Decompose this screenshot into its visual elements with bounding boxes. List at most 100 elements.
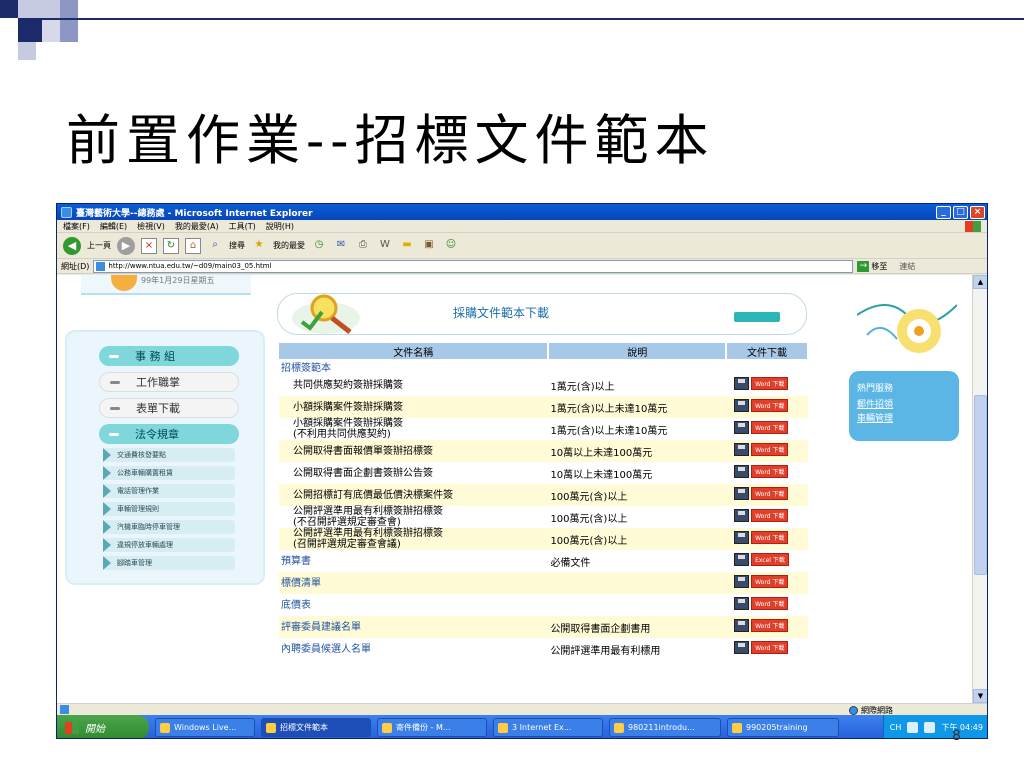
- favorites-star-icon[interactable]: ★: [251, 238, 267, 254]
- download-button[interactable]: Word 下載: [734, 531, 789, 544]
- back-button-label[interactable]: 上一頁: [87, 240, 111, 251]
- status-bar: 網際網路: [57, 703, 987, 715]
- floppy-disk-icon: [734, 399, 750, 412]
- mail-icon[interactable]: ✉: [333, 238, 349, 254]
- download-button[interactable]: Word 下載: [734, 509, 789, 522]
- messenger-icon[interactable]: ☺: [443, 238, 459, 254]
- taskbar-item[interactable]: Windows Live...: [155, 718, 255, 737]
- download-cell: Excel 下載: [726, 550, 808, 572]
- menu-favorites[interactable]: 我的最愛(A): [175, 221, 219, 232]
- download-button[interactable]: Word 下載: [734, 399, 789, 412]
- nav-item-forms[interactable]: 表單下載: [99, 398, 239, 418]
- scroll-down-icon[interactable]: ▼: [973, 689, 987, 703]
- tray-icon[interactable]: [924, 722, 936, 733]
- download-button[interactable]: Word 下載: [734, 421, 789, 434]
- document-description: 1萬元(含)以上未達10萬元: [550, 425, 668, 437]
- nav-sub-item[interactable]: 違規停放車輛處理: [103, 538, 235, 552]
- date-strip: 99年1月29日星期五: [81, 275, 251, 295]
- refresh-icon[interactable]: ↻: [163, 237, 179, 254]
- download-button[interactable]: Word 下載: [734, 641, 789, 654]
- nav-sub-item[interactable]: 汽機車臨時停車管理: [103, 520, 235, 534]
- download-label: Excel 下載: [751, 553, 789, 566]
- hot-link-vehicle-management[interactable]: 車輛管理: [857, 411, 893, 424]
- slide-top-rule: [40, 18, 1024, 20]
- document-name: 公開評選準用最有利標簽辦招標簽 (不召開評選規定審查會): [293, 506, 443, 528]
- edit-icon[interactable]: W: [377, 238, 393, 254]
- minimize-button[interactable]: _: [936, 205, 951, 219]
- download-label: Word 下載: [751, 641, 789, 654]
- nav-sub-item[interactable]: 電話管理作業: [103, 484, 235, 498]
- nav-sub-item[interactable]: 交通費核發要點: [103, 448, 235, 462]
- download-button[interactable]: Word 下載: [734, 597, 789, 610]
- start-button[interactable]: 開始: [57, 715, 149, 738]
- search-button-label[interactable]: 搜尋: [229, 240, 245, 251]
- stop-icon[interactable]: ×: [141, 237, 157, 254]
- address-input[interactable]: http://www.ntua.edu.tw/~d09/main03_05.ht…: [93, 259, 854, 273]
- download-label: Word 下載: [751, 619, 789, 632]
- slide-corner-decoration: [18, 42, 36, 60]
- table-row: 評審委員建議名單 公開取得書面企劃書用 Word 下載: [279, 616, 808, 638]
- nav-sub-item[interactable]: 車輛管理規則: [103, 502, 235, 516]
- favorites-button-label[interactable]: 我的最愛: [273, 240, 305, 251]
- nav-sub-item[interactable]: 腳踏車管理: [103, 556, 235, 570]
- go-button[interactable]: → 移至: [857, 260, 887, 272]
- table-row: 共同供應契約簽辦採購簽 1萬元(含)以上 Word 下載: [279, 374, 808, 396]
- download-button[interactable]: Word 下載: [734, 575, 789, 588]
- download-label: Word 下載: [751, 377, 789, 390]
- floppy-disk-icon: [734, 465, 750, 478]
- taskbar-item[interactable]: 990205training: [727, 718, 839, 737]
- research-icon[interactable]: ▣: [421, 238, 437, 254]
- menu-file[interactable]: 檔案(F): [63, 221, 90, 232]
- download-cell: Word 下載: [726, 396, 808, 418]
- search-icon[interactable]: ⌕: [207, 238, 223, 254]
- download-label: Word 下載: [751, 421, 789, 434]
- nav-item-duties[interactable]: 工作職掌: [99, 372, 239, 392]
- taskbar-item[interactable]: 3 Internet Ex...: [493, 718, 603, 737]
- download-label: Word 下載: [751, 509, 789, 522]
- bullet-icon: [110, 380, 120, 384]
- maximize-button[interactable]: □: [953, 205, 968, 219]
- hot-link-mail-pickup[interactable]: 郵件招領: [857, 397, 893, 410]
- nav-item-label: 事 務 組: [135, 350, 175, 363]
- document-name: 公開評選準用最有利標簽辦招標簽 (召開評選規定審查會議): [279, 528, 549, 550]
- taskbar-item[interactable]: 寄件備份 - M...: [377, 718, 487, 737]
- tray-icon[interactable]: [907, 722, 919, 733]
- download-button[interactable]: Excel 下載: [734, 553, 789, 566]
- download-button[interactable]: Word 下載: [734, 443, 789, 456]
- forward-icon[interactable]: ▶: [117, 236, 135, 255]
- download-button[interactable]: Word 下載: [734, 377, 789, 390]
- download-cell: Word 下載: [726, 418, 808, 440]
- menu-tools[interactable]: 工具(T): [229, 221, 256, 232]
- download-button[interactable]: Word 下載: [734, 487, 789, 500]
- nav-item-affairs[interactable]: 事 務 組: [99, 346, 239, 366]
- download-button[interactable]: Word 下載: [734, 619, 789, 632]
- nav-sub-item[interactable]: 公務車輛購置租賃: [103, 466, 235, 480]
- folder-icon[interactable]: ▬: [399, 238, 415, 254]
- close-button[interactable]: ×: [970, 205, 985, 219]
- home-icon[interactable]: ⌂: [185, 237, 201, 254]
- taskbar-item[interactable]: 980211introdu...: [609, 718, 721, 737]
- menu-edit[interactable]: 編輯(E): [100, 221, 127, 232]
- scroll-up-icon[interactable]: ▲: [973, 275, 987, 289]
- folder-icon: [266, 722, 276, 733]
- date-text: 99年1月29日星期五: [141, 276, 215, 285]
- history-icon[interactable]: ◷: [311, 238, 327, 254]
- document-description: 100萬元(含)以上: [548, 528, 727, 550]
- back-icon[interactable]: ◀: [63, 236, 81, 255]
- nav-item-regulations[interactable]: 法令規章: [99, 424, 239, 444]
- document-description: 10萬以上未達100萬元: [550, 469, 653, 481]
- floppy-disk-icon: [734, 487, 750, 500]
- menu-help[interactable]: 說明(H): [266, 221, 294, 232]
- menu-view[interactable]: 檢視(V): [137, 221, 165, 232]
- taskbar-item[interactable]: 招標文件範本: [261, 718, 371, 737]
- links-label[interactable]: 連結: [899, 261, 915, 272]
- document-description: [548, 572, 727, 594]
- print-icon[interactable]: ⎙: [355, 238, 371, 254]
- download-button[interactable]: Word 下載: [734, 465, 789, 478]
- language-indicator[interactable]: CH: [890, 723, 902, 732]
- toolbar: ◀ 上一頁 ▶ × ↻ ⌂ ⌕ 搜尋 ★ 我的最愛 ◷ ✉ ⎙ W ▬ ▣ ☺: [57, 233, 987, 259]
- browser-window: 臺灣藝術大學--總務處 - Microsoft Internet Explore…: [56, 203, 988, 739]
- vertical-scrollbar[interactable]: ▲ ▼: [972, 275, 987, 703]
- scroll-thumb[interactable]: [974, 395, 987, 575]
- floppy-disk-icon: [734, 509, 750, 522]
